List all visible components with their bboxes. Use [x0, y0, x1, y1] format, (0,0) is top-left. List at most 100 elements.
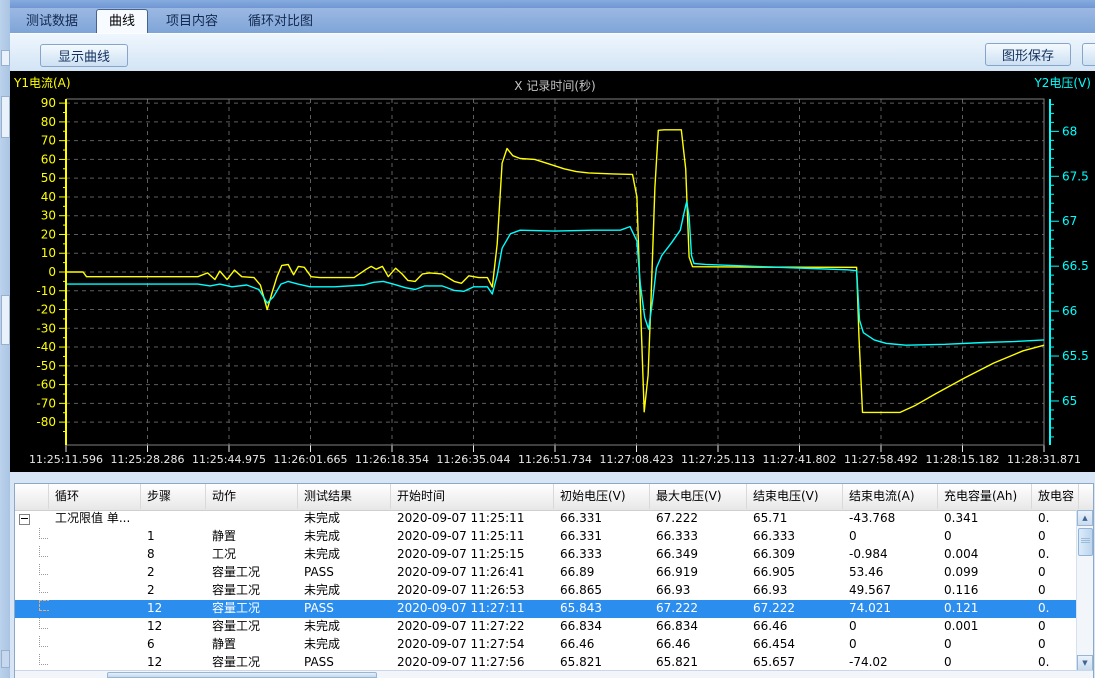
cell-discharge-cap: 0	[1032, 564, 1079, 582]
cell-v-max: 67.222	[650, 510, 747, 528]
svg-text:-50: -50	[36, 359, 56, 373]
tree-branch-line	[39, 636, 49, 647]
column-header-7[interactable]: 最大电压(V)	[650, 484, 747, 509]
cell-discharge-cap: 0	[1032, 528, 1079, 546]
tab-2[interactable]: 曲线	[96, 9, 148, 33]
tab-3[interactable]: 项目内容	[154, 11, 230, 32]
svg-text:80: 80	[41, 115, 56, 129]
show-curve-button[interactable]: 显示曲线	[40, 44, 128, 67]
table-row[interactable]: 8工况未完成2020-09-07 11:25:1566.33366.34966.…	[15, 546, 1093, 564]
cell-v-max: 66.46	[650, 636, 747, 654]
left-panel-fragment	[1, 96, 10, 138]
table-row[interactable]: 12容量工况PASS2020-09-07 11:27:1165.84367.22…	[15, 600, 1093, 618]
svg-text:11:26:01.665: 11:26:01.665	[274, 453, 348, 466]
column-header-10[interactable]: 充电容量(Ah)	[938, 484, 1032, 509]
cell-start-time: 2020-09-07 11:27:54	[391, 636, 554, 654]
tree-branch-line	[39, 582, 49, 593]
tab-1[interactable]: 测试数据	[14, 11, 90, 32]
svg-text:-40: -40	[36, 340, 56, 354]
tree-branch-line	[39, 564, 49, 575]
cell-step: 6	[141, 636, 206, 654]
column-header-5[interactable]: 开始时间	[391, 484, 554, 509]
svg-text:65: 65	[1062, 394, 1077, 408]
column-header-6[interactable]: 初始电压(V)	[554, 484, 650, 509]
scroll-up-icon: ▲	[1082, 514, 1087, 522]
svg-text:11:28:31.871: 11:28:31.871	[1007, 453, 1081, 466]
cell-v-end: 66.46	[747, 618, 843, 636]
svg-text:-80: -80	[36, 415, 56, 429]
svg-text:20: 20	[41, 227, 56, 241]
step-result-table-panel: 循环步骤动作测试结果开始时间初始电压(V)最大电压(V)结束电压(V)结束电流(…	[10, 472, 1095, 678]
column-header-tree[interactable]	[15, 484, 49, 509]
svg-text:11:28:15.182: 11:28:15.182	[926, 453, 1000, 466]
cell-result: PASS	[298, 600, 391, 618]
cell-i-end: 49.567	[843, 582, 938, 600]
column-header-8[interactable]: 结束电压(V)	[747, 484, 843, 509]
tree-branch-line	[39, 600, 49, 611]
svg-text:60: 60	[41, 152, 56, 166]
cell-start-time: 2020-09-07 11:27:22	[391, 618, 554, 636]
table-row[interactable]: 6静置未完成2020-09-07 11:27:5466.4666.4666.45…	[15, 636, 1093, 654]
table-row[interactable]: 工况限值 单...未完成2020-09-07 11:25:1166.33167.…	[15, 510, 1093, 528]
tree-branch-cell	[15, 546, 49, 564]
column-header-3[interactable]: 动作	[206, 484, 298, 509]
svg-text:X 记录时间(秒): X 记录时间(秒)	[514, 79, 595, 93]
svg-text:11:27:08.423: 11:27:08.423	[600, 453, 674, 466]
tree-branch-line	[39, 528, 49, 539]
scroll-down-button[interactable]: ▼	[1077, 655, 1093, 671]
table-row[interactable]: 2容量工况PASS2020-09-07 11:26:4166.8966.9196…	[15, 564, 1093, 582]
table-row[interactable]: 1静置未完成2020-09-07 11:25:1166.33166.33366.…	[15, 528, 1093, 546]
tab-4[interactable]: 循环对比图	[236, 11, 325, 32]
column-header-4[interactable]: 测试结果	[298, 484, 391, 509]
scroll-down-icon: ▼	[1082, 659, 1087, 667]
cell-v-end: 66.93	[747, 582, 843, 600]
svg-text:30: 30	[41, 209, 56, 223]
cell-v-init: 66.834	[554, 618, 650, 636]
toolbar: 显示曲线 图形保存 曲	[10, 33, 1095, 73]
cell-charge-cap: 0.116	[938, 582, 1032, 600]
cell-step: 1	[141, 528, 206, 546]
svg-text:67.5: 67.5	[1062, 169, 1089, 183]
horizontal-scroll-thumb[interactable]	[107, 672, 377, 678]
cell-v-init: 66.865	[554, 582, 650, 600]
cell-result: 未完成	[298, 546, 391, 564]
cell-v-end: 66.454	[747, 636, 843, 654]
clipped-right-button[interactable]: 曲	[1082, 43, 1095, 66]
cell-cycle: 工况限值 单...	[49, 510, 141, 528]
column-header-1[interactable]: 循环	[49, 484, 141, 509]
svg-text:11:27:25.113: 11:27:25.113	[681, 453, 755, 466]
cell-i-end: -0.984	[843, 546, 938, 564]
svg-text:11:26:18.354: 11:26:18.354	[355, 453, 429, 466]
cell-v-max: 66.349	[650, 546, 747, 564]
column-header-2[interactable]: 步骤	[141, 484, 206, 509]
cell-cycle	[49, 564, 141, 582]
cell-start-time: 2020-09-07 11:25:11	[391, 528, 554, 546]
column-header-9[interactable]: 结束电流(A)	[843, 484, 938, 509]
cell-v-max: 66.333	[650, 528, 747, 546]
cell-i-end: 0	[843, 618, 938, 636]
collapse-minus-icon[interactable]	[19, 514, 30, 525]
left-panel-fragment	[1, 650, 10, 668]
cell-action: 容量工况	[206, 618, 298, 636]
cell-step: 2	[141, 564, 206, 582]
vertical-scrollbar[interactable]: ▲ ▼	[1076, 510, 1093, 671]
table-row[interactable]: 12容量工况未完成2020-09-07 11:27:2266.83466.834…	[15, 618, 1093, 636]
cell-i-end: 0	[843, 528, 938, 546]
cell-cycle	[49, 546, 141, 564]
vertical-scroll-thumb[interactable]	[1078, 528, 1093, 556]
left-panel-fragment	[1, 50, 10, 66]
column-header-11[interactable]: 放电容	[1032, 484, 1079, 509]
scroll-up-button[interactable]: ▲	[1077, 510, 1093, 526]
cell-v-init: 66.89	[554, 564, 650, 582]
svg-text:11:26:51.734: 11:26:51.734	[518, 453, 592, 466]
cell-result: 未完成	[298, 618, 391, 636]
curve-chart-panel: 9080706050403020100-10-20-30-40-50-60-70…	[10, 71, 1095, 472]
tree-branch-line	[39, 618, 49, 629]
cell-charge-cap: 0.001	[938, 618, 1032, 636]
horizontal-scrollbar[interactable]	[15, 670, 1093, 678]
save-graph-button[interactable]: 图形保存	[985, 43, 1071, 66]
tree-expand-cell[interactable]	[15, 510, 49, 528]
tree-branch-cell	[15, 618, 49, 636]
table-row[interactable]: 2容量工况未完成2020-09-07 11:26:5366.86566.9366…	[15, 582, 1093, 600]
tree-branch-cell	[15, 528, 49, 546]
